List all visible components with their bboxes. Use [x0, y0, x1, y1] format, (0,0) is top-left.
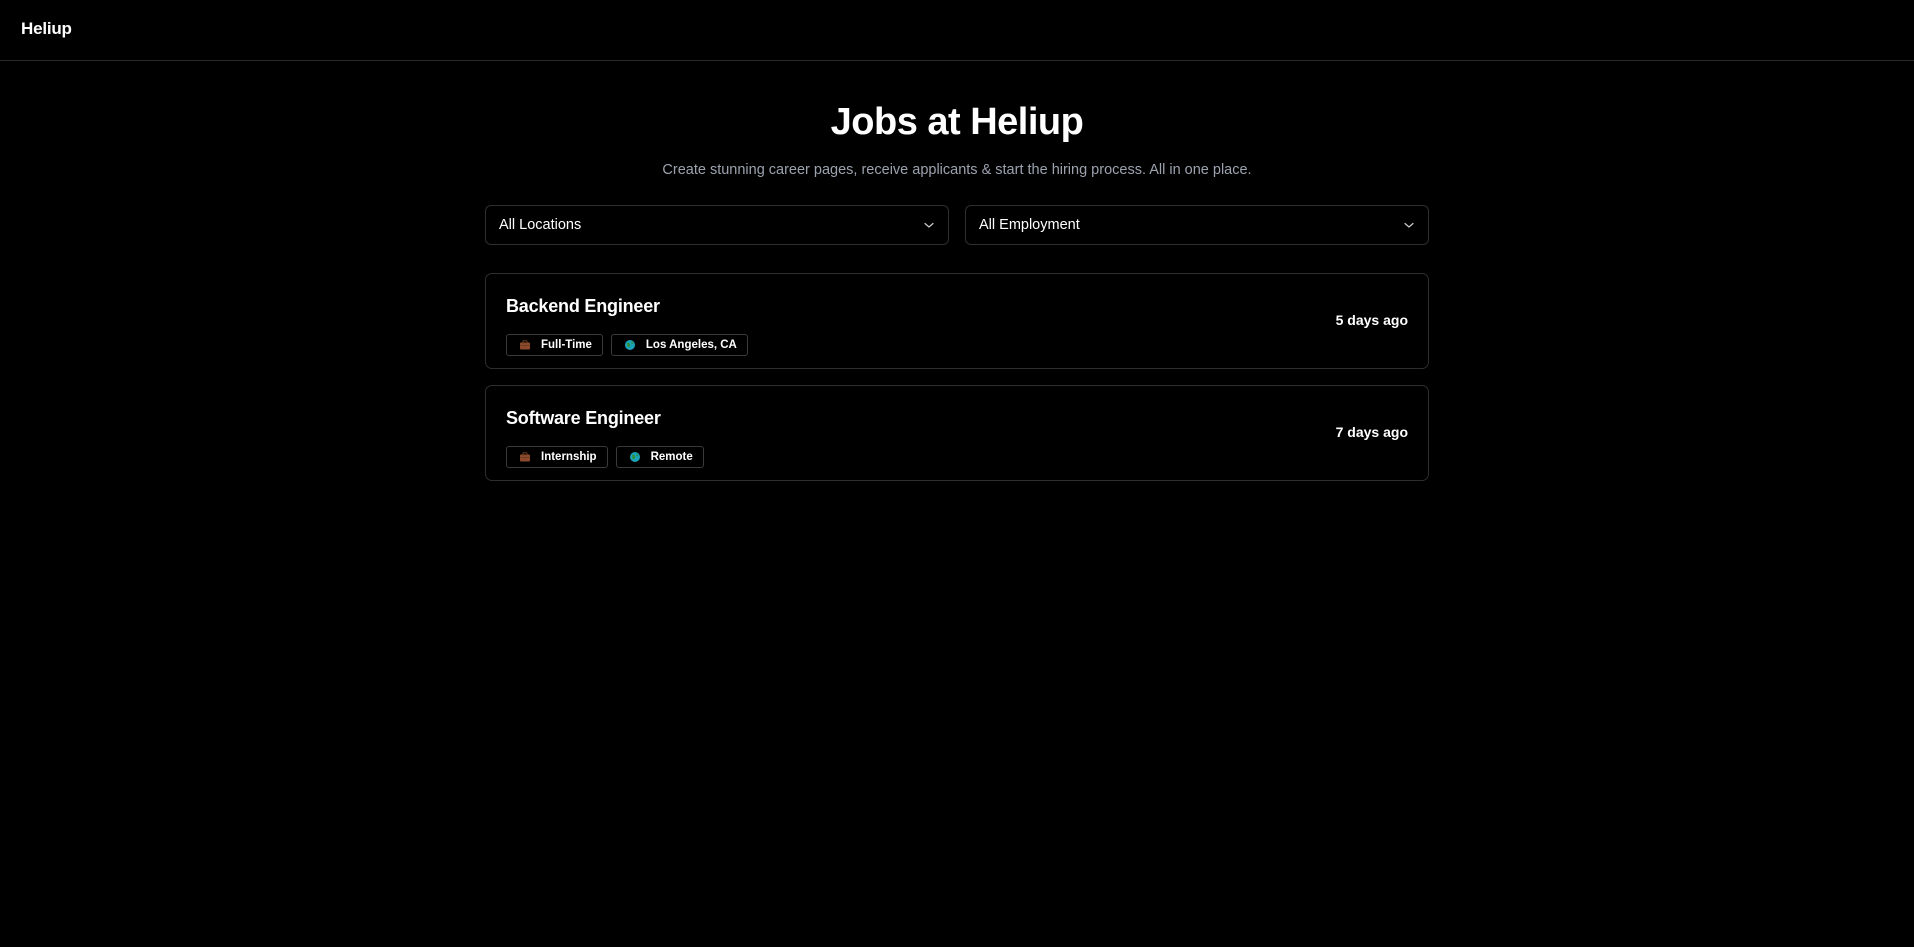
globe-icon	[624, 340, 635, 350]
top-navigation-bar: Heliup	[0, 0, 1914, 61]
job-title: Backend Engineer	[506, 296, 660, 316]
chevron-down-icon	[1404, 222, 1414, 228]
chevron-down-icon	[924, 222, 934, 228]
briefcase-icon	[520, 452, 530, 462]
job-title: Software Engineer	[506, 408, 661, 428]
globe-icon	[629, 452, 640, 462]
employment-type-tag: Full-Time	[506, 334, 603, 356]
employment-type-label: Internship	[541, 451, 597, 463]
main-content: Jobs at Heliup Create stunning career pa…	[485, 61, 1429, 481]
posted-time: 7 days ago	[1335, 424, 1408, 440]
location-tag: Los Angeles, CA	[610, 334, 748, 356]
job-card-backend-engineer[interactable]: Backend Engineer Full-Time Los Angeles, …	[485, 273, 1429, 369]
location-tag: Remote	[615, 446, 704, 468]
location-filter-value: All Locations	[499, 217, 582, 233]
location-filter-select[interactable]: All Locations	[485, 205, 949, 245]
employment-filter-select[interactable]: All Employment	[965, 205, 1429, 245]
location-label: Los Angeles, CA	[645, 339, 737, 351]
briefcase-icon	[520, 340, 530, 350]
job-tags: Internship Remote	[506, 446, 704, 468]
brand-logo-text[interactable]: Heliup	[21, 19, 72, 39]
page-subtitle: Create stunning career pages, receive ap…	[662, 162, 1252, 178]
job-tags: Full-Time Los Angeles, CA	[506, 334, 748, 356]
posted-time: 5 days ago	[1335, 312, 1408, 328]
employment-type-tag: Internship	[506, 446, 608, 468]
filters-row: All Locations All Employment	[485, 205, 1429, 245]
employment-type-label: Full-Time	[541, 339, 592, 351]
job-list: Backend Engineer Full-Time Los Angeles, …	[485, 273, 1429, 481]
location-label: Remote	[650, 451, 693, 463]
employment-filter-value: All Employment	[979, 217, 1080, 233]
page-title: Jobs at Heliup	[830, 101, 1084, 143]
job-card-software-engineer[interactable]: Software Engineer Internship Remote 7 da…	[485, 385, 1429, 481]
